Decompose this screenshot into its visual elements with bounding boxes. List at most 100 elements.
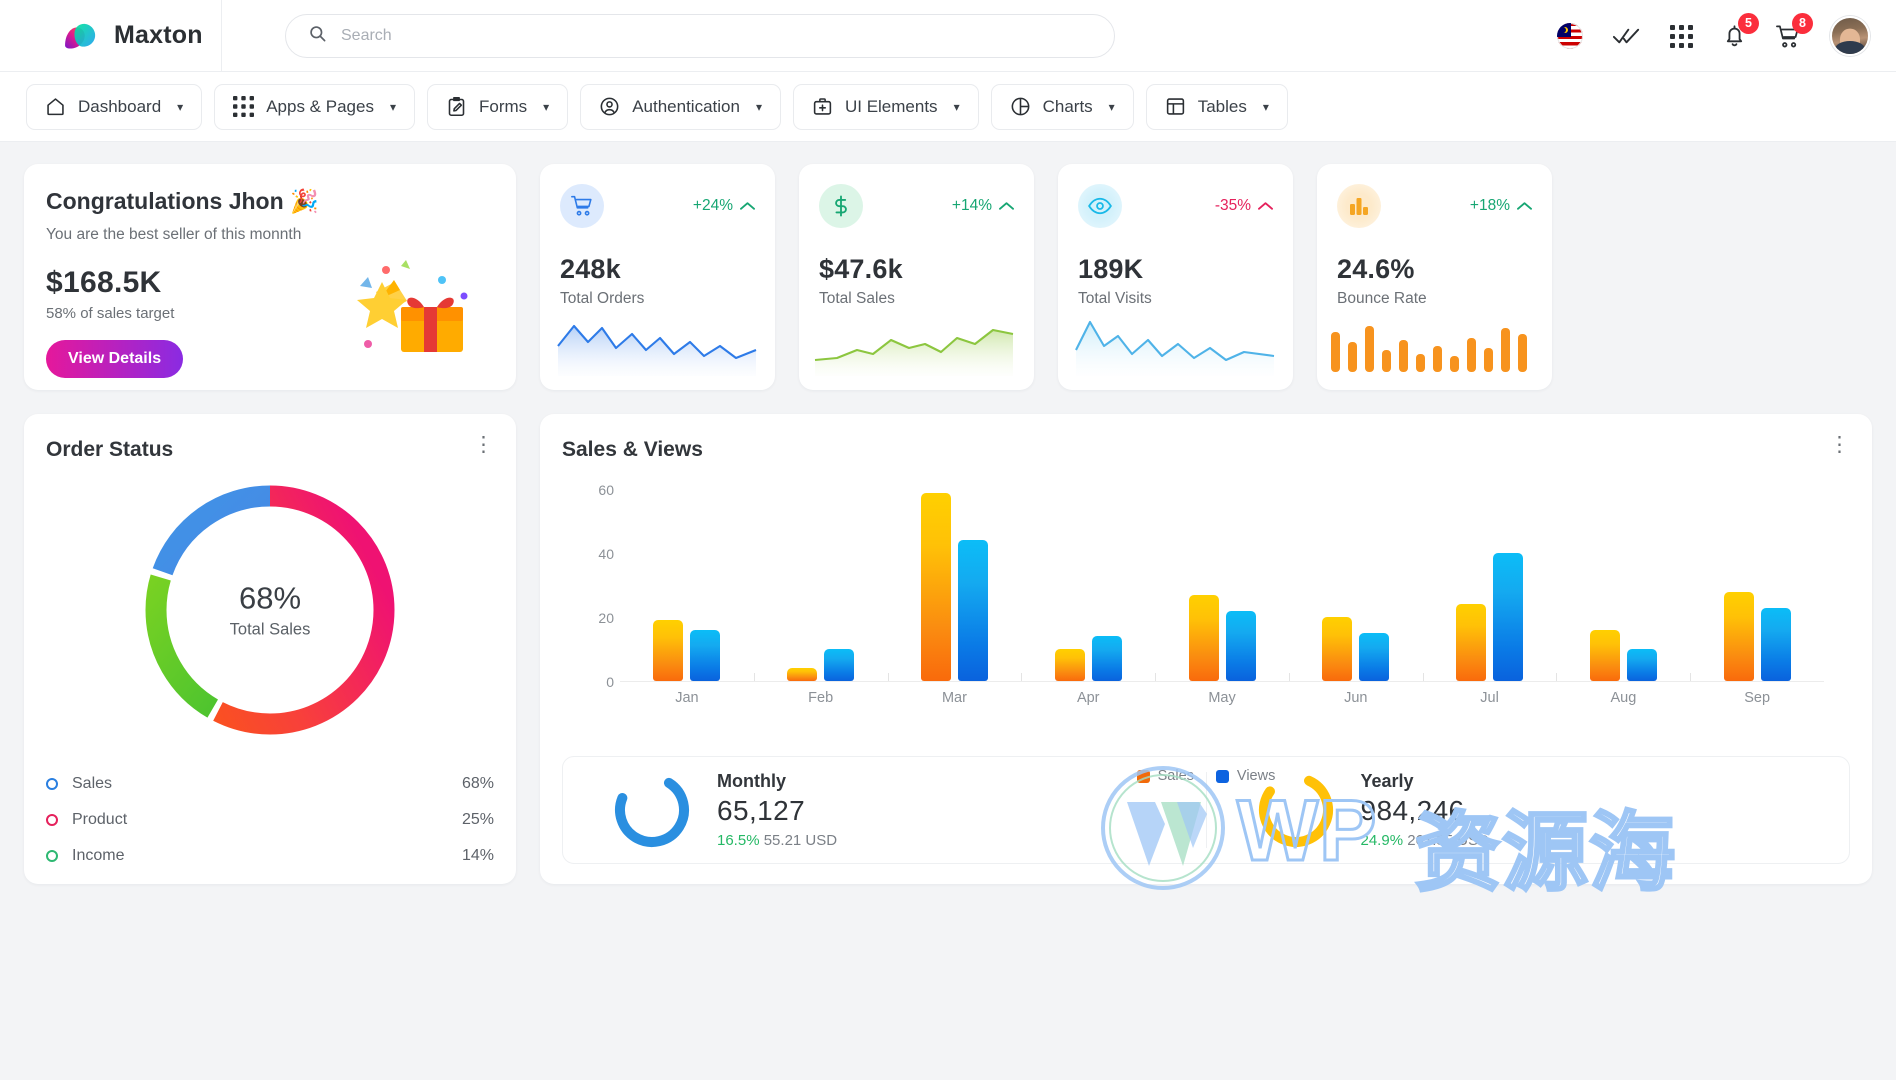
congrats-title: Congratulations Jhon 🎉 [46,188,494,215]
sparkline-chart [1058,304,1293,376]
table-icon [1165,96,1186,117]
arrow-up-icon [1517,201,1532,211]
nav-item-ui-elements[interactable]: UI Elements ▾ [793,84,979,130]
clipboard-pen-icon [446,96,467,117]
bar-sales[interactable] [1724,592,1754,681]
stats-row: Congratulations Jhon 🎉 You are the best … [24,164,1872,390]
legend-label: Product [72,811,127,829]
legend-dot-icon [46,814,58,826]
dollar-icon [819,184,863,228]
search-box[interactable] [285,14,1115,58]
sparkline-chart [540,304,775,376]
stat-card-bounce-rate: +18% 24.6% Bounce Rate [1317,164,1552,390]
kebab-menu-icon[interactable]: ⋮ [1829,440,1850,451]
x-tick-label: Jun [1289,690,1423,706]
arrow-up-icon [999,201,1014,211]
bar-plot-area [620,484,1824,682]
search-container [285,14,1115,58]
y-tick-label: 0 [606,674,614,690]
y-axis: 0204060 [580,484,614,682]
language-flag-icon[interactable] [1557,23,1583,49]
bar-sales[interactable] [787,668,817,681]
donut-center-label: 68% Total Sales [230,581,311,640]
bar-chart-icon [1337,184,1381,228]
bar-group [1155,595,1289,681]
bar-views[interactable] [1493,553,1523,681]
grid-icon [233,96,254,117]
bar-sales[interactable] [1590,630,1620,681]
chevron-down-icon: ▾ [756,100,762,114]
nav-item-charts[interactable]: Charts ▾ [991,84,1134,130]
notification-badge: 5 [1738,13,1759,34]
main-content: Congratulations Jhon 🎉 You are the best … [0,142,1896,906]
sales-views-card: Sales & Views ⋮ 0204060 JanFebMarAprMayJ… [540,414,1872,884]
bar-views[interactable] [958,540,988,681]
x-tick-label: Feb [754,690,888,706]
stat-value: 189K [1078,254,1273,285]
bar-sales[interactable] [653,620,683,681]
nav-item-authentication[interactable]: Authentication ▾ [580,84,781,130]
search-input[interactable] [341,27,1092,45]
kebab-menu-icon[interactable]: ⋮ [473,440,494,451]
nav-item-tables[interactable]: Tables ▾ [1146,84,1288,130]
congrats-title-text: Congratulations Jhon [46,188,284,214]
stat-card-total-sales: +14% $47.6k Total Sales [799,164,1034,390]
nav-label: Charts [1043,97,1093,117]
user-circle-icon [599,96,620,117]
bar-group [1556,630,1690,681]
bar-views[interactable] [824,649,854,681]
bar-views[interactable] [1359,633,1389,681]
brand-name: Maxton [114,21,203,50]
order-status-donut: 68% Total Sales [46,476,494,744]
order-status-title: Order Status [46,438,494,462]
nav-label: Apps & Pages [266,97,374,117]
y-tick-label: 20 [598,610,614,626]
summary-amount: 55.21 USD [764,832,837,849]
arrow-up-icon [740,201,755,211]
stat-change: -35% [1215,197,1273,215]
view-details-button[interactable]: View Details [46,340,183,378]
cart-icon[interactable]: 8 [1776,24,1800,49]
bell-icon[interactable]: 5 [1723,24,1746,49]
bar-views[interactable] [1092,636,1122,681]
chevron-down-icon: ▾ [177,100,183,114]
legend-item-income: Income 14% [46,838,494,874]
double-check-icon[interactable] [1613,26,1640,46]
nav-item-forms[interactable]: Forms ▾ [427,84,568,130]
search-icon [308,24,327,48]
nav-item-dashboard[interactable]: Dashboard ▾ [26,84,202,130]
legend-item-sales: Sales 68% [46,766,494,802]
x-tick-label: Jan [620,690,754,706]
nav-label: Tables [1198,97,1247,117]
stat-value: 248k [560,254,755,285]
nav-item-apps-pages[interactable]: Apps & Pages ▾ [214,84,415,130]
header-icon-group: 5 8 [1557,0,1870,72]
summary-amount: 267.35 USD [1407,832,1489,849]
bar-views[interactable] [1761,608,1791,681]
bar-views[interactable] [1226,611,1256,681]
stat-change: +24% [693,197,755,215]
legend-value: 14% [462,847,494,865]
nav-label: Authentication [632,97,740,117]
sparkline-chart [799,304,1034,376]
brand[interactable]: Maxton [0,0,222,72]
summary-change: 16.5% [717,832,760,849]
bar-views[interactable] [690,630,720,681]
gift-box-icon [346,252,476,372]
sparkline-bars [1317,304,1552,376]
bar-sales[interactable] [1456,604,1486,681]
bar-group [1690,592,1824,681]
chevron-down-icon: ▾ [543,100,549,114]
bar-views[interactable] [1627,649,1657,681]
x-tick-label: Aug [1556,690,1690,706]
bar-sales[interactable] [1189,595,1219,681]
legend-label: Income [72,847,124,865]
bar-sales[interactable] [921,493,951,681]
summary-sub: 16.5% 55.21 USD [717,832,837,849]
apps-grid-icon[interactable] [1670,25,1693,48]
x-tick-label: Jul [1423,690,1557,706]
bar-sales[interactable] [1055,649,1085,681]
top-header: Maxton [0,0,1896,72]
avatar[interactable] [1830,16,1870,56]
bar-sales[interactable] [1322,617,1352,681]
